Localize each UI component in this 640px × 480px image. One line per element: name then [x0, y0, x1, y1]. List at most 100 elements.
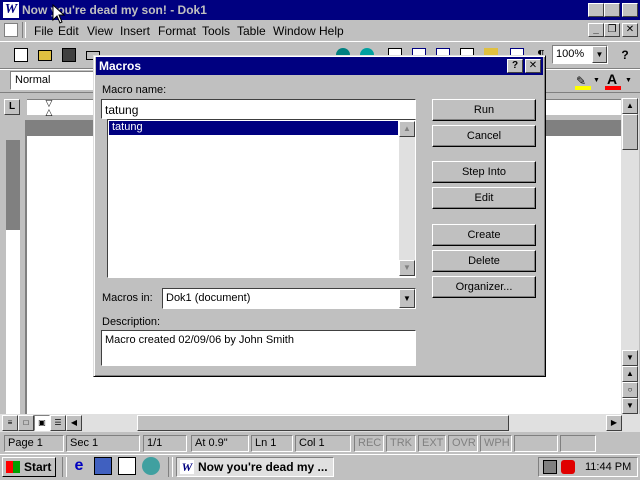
- channels-icon[interactable]: [142, 457, 160, 475]
- save-button[interactable]: [58, 44, 80, 66]
- zoom-select[interactable]: 100% ▼: [552, 45, 608, 64]
- show-desktop-icon[interactable]: [118, 457, 136, 475]
- start-label: Start: [24, 460, 52, 474]
- document-icon[interactable]: [4, 23, 18, 37]
- status-rec[interactable]: REC: [354, 435, 384, 452]
- internet-explorer-icon[interactable]: e: [70, 457, 88, 475]
- description-value: Macro created 02/09/06 by John Smith: [105, 334, 294, 346]
- menu-insert[interactable]: Insert: [120, 24, 150, 38]
- chevron-down-icon[interactable]: ▼: [399, 289, 415, 308]
- scroll-right-button[interactable]: ▶: [606, 415, 622, 431]
- chevron-down-icon[interactable]: ▼: [592, 46, 607, 63]
- step-into-button[interactable]: Step Into: [432, 161, 536, 183]
- macro-list-scroll-down[interactable]: ▼: [399, 260, 415, 276]
- scroll-left-button[interactable]: ◀: [66, 415, 82, 431]
- cancel-button[interactable]: Cancel: [432, 125, 536, 147]
- menu-edit[interactable]: Edit: [58, 24, 79, 38]
- highlight-color-bar: [575, 86, 591, 90]
- previous-page-button[interactable]: ▲: [622, 366, 638, 382]
- edit-button[interactable]: Edit: [432, 187, 536, 209]
- normal-view-button[interactable]: ≡: [2, 415, 18, 431]
- restore-button[interactable]: ❐: [604, 3, 620, 17]
- scroll-up-button[interactable]: ▲: [622, 98, 638, 114]
- macro-name-input[interactable]: tatung: [101, 99, 416, 119]
- highlight-dropdown[interactable]: ▼: [593, 77, 600, 84]
- system-tray: 11:44 PM: [538, 457, 638, 477]
- menu-window[interactable]: Window: [273, 24, 316, 38]
- scroll-down-button[interactable]: ▼: [622, 350, 638, 366]
- macro-list-scrollbar[interactable]: [399, 121, 415, 276]
- menu-table[interactable]: Table: [237, 24, 266, 38]
- status-position: At 0.9": [191, 435, 249, 452]
- menu-format[interactable]: Format: [158, 24, 196, 38]
- clock[interactable]: 11:44 PM: [585, 461, 631, 473]
- select-browse-object-button[interactable]: ○: [622, 382, 638, 398]
- status-section: Sec 1: [66, 435, 140, 452]
- macro-list-item-selected[interactable]: tatung: [109, 121, 398, 135]
- zoom-value: 100%: [556, 48, 585, 60]
- new-document-button[interactable]: [10, 44, 32, 66]
- style-value: Normal: [15, 74, 51, 86]
- help-icon: ?: [621, 48, 629, 62]
- tray-antivirus-icon[interactable]: [561, 460, 575, 474]
- organizer-button[interactable]: Organizer...: [432, 276, 536, 298]
- print-layout-button[interactable]: ▣: [34, 415, 50, 431]
- web-layout-button[interactable]: □: [18, 415, 34, 431]
- font-color-button[interactable]: A: [602, 71, 624, 91]
- menu-tools[interactable]: Tools: [202, 24, 230, 38]
- delete-button[interactable]: Delete: [432, 250, 536, 272]
- status-wph[interactable]: WPH: [480, 435, 512, 452]
- create-button[interactable]: Create: [432, 224, 536, 246]
- status-column: Col 1: [295, 435, 351, 452]
- new-document-icon: [14, 48, 28, 62]
- dialog-title-bar[interactable]: [96, 57, 543, 75]
- outline-view-button[interactable]: ☰: [50, 415, 66, 431]
- highlight-button[interactable]: ✎: [572, 71, 594, 91]
- start-button[interactable]: Start: [2, 457, 56, 477]
- macro-list[interactable]: [107, 119, 416, 278]
- close-button[interactable]: ✕: [622, 3, 638, 17]
- vertical-scroll-thumb[interactable]: [622, 114, 638, 150]
- font-color-dropdown[interactable]: ▼: [625, 77, 632, 84]
- status-spelling[interactable]: [514, 435, 558, 452]
- macro-list-scroll-up[interactable]: ▲: [399, 121, 415, 137]
- dialog-help-button[interactable]: ?: [507, 59, 523, 73]
- menu-help[interactable]: Help: [319, 24, 344, 38]
- run-button[interactable]: Run: [432, 99, 536, 121]
- outlook-express-icon[interactable]: [94, 457, 112, 475]
- word-app-icon[interactable]: W: [3, 2, 19, 18]
- horizontal-scroll-thumb[interactable]: [137, 415, 509, 431]
- dialog-close-button[interactable]: ✕: [525, 59, 541, 73]
- status-ovr[interactable]: OVR: [448, 435, 478, 452]
- status-trk[interactable]: TRK: [386, 435, 416, 452]
- doc-minimize-button[interactable]: _: [588, 23, 604, 37]
- folder-icon: [38, 50, 52, 61]
- indent-marker[interactable]: ▽ △: [44, 99, 54, 117]
- description-label: Description:: [102, 316, 161, 328]
- minimize-button[interactable]: _: [588, 3, 604, 17]
- vertical-ruler[interactable]: [6, 230, 20, 414]
- menu-separator: [22, 22, 26, 38]
- macro-name-value: tatung: [105, 103, 139, 117]
- open-button[interactable]: [34, 44, 56, 66]
- taskbar-word-button[interactable]: W Now you're dead my ...: [176, 457, 334, 477]
- menu-view[interactable]: View: [87, 24, 113, 38]
- status-ext[interactable]: EXT: [418, 435, 446, 452]
- macro-list-item-label: tatung: [112, 121, 143, 133]
- next-page-button[interactable]: ▼: [622, 398, 638, 414]
- doc-restore-button[interactable]: ❐: [604, 23, 620, 37]
- tray-monitor-icon[interactable]: [543, 460, 557, 474]
- vertical-ruler-margin: [6, 140, 20, 230]
- floppy-disk-icon: [62, 48, 76, 62]
- status-line: Ln 1: [251, 435, 293, 452]
- taskbar-separator: [168, 457, 173, 477]
- font-color-icon: A: [607, 71, 618, 87]
- menu-file[interactable]: File: [34, 24, 53, 38]
- status-empty: [560, 435, 596, 452]
- status-page: Page 1: [4, 435, 64, 452]
- style-select[interactable]: Normal: [10, 71, 100, 90]
- doc-close-button[interactable]: ✕: [622, 23, 638, 37]
- macros-in-select[interactable]: Dok1 (document) ▼: [162, 288, 416, 309]
- tab-stop-selector[interactable]: L: [4, 99, 20, 115]
- office-assistant-button[interactable]: ?: [614, 44, 636, 66]
